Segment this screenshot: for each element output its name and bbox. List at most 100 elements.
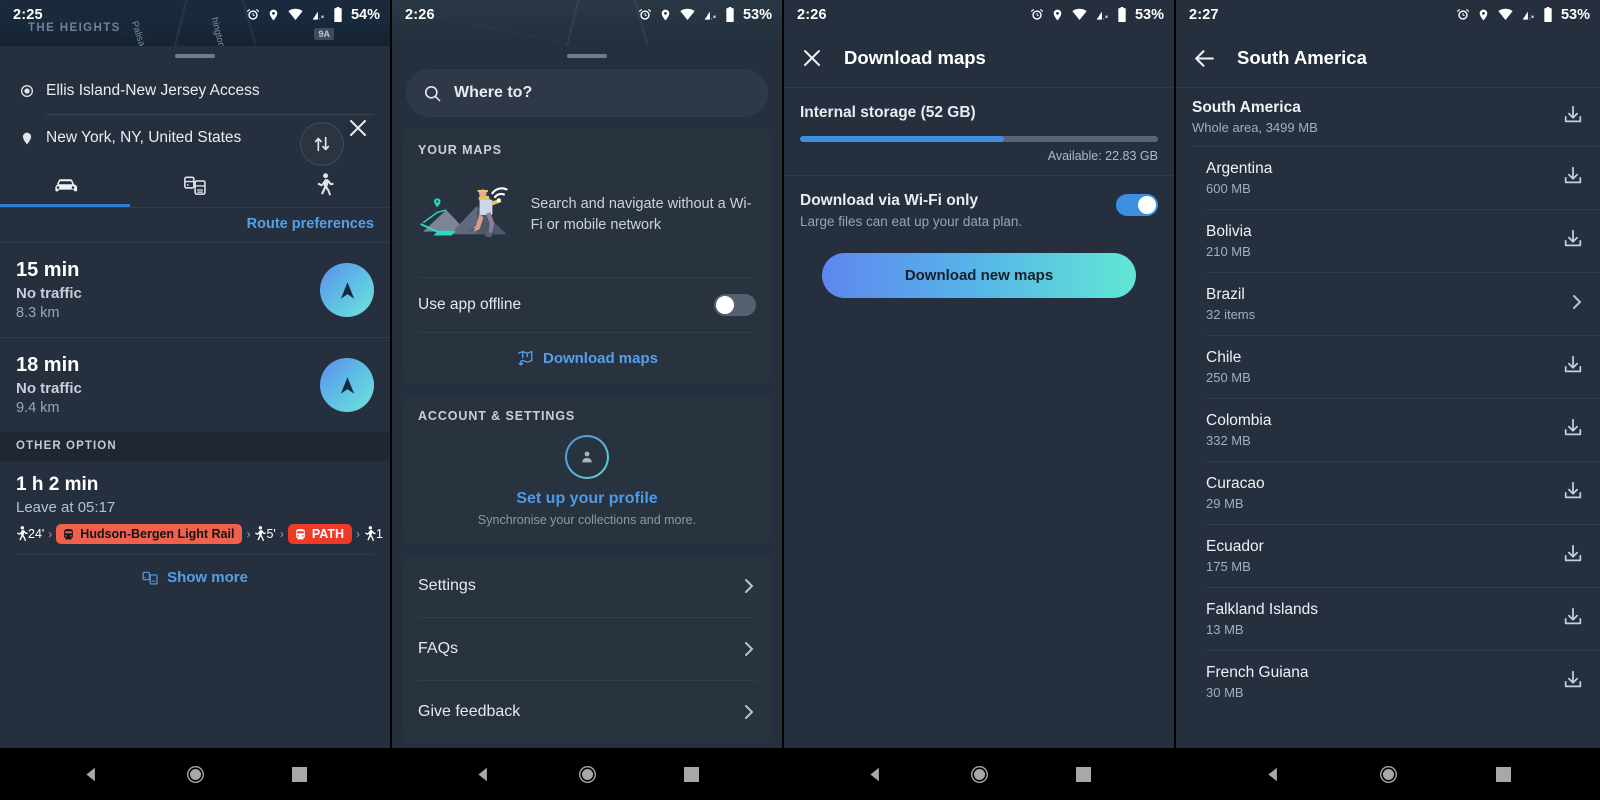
download-icon-button[interactable] — [1562, 480, 1584, 507]
region-row[interactable]: Argentina 600 MB — [1176, 147, 1600, 209]
home-circle-icon[interactable] — [578, 765, 597, 784]
home-circle-icon[interactable] — [1379, 765, 1398, 784]
start-navigation-button[interactable] — [320, 358, 374, 412]
chevron-right-icon-button[interactable] — [1570, 293, 1584, 316]
panel-region-list: 2:27 53% South America South America Whol… — [1176, 0, 1600, 800]
sheet-grabber[interactable] — [567, 54, 607, 58]
transit-option-row[interactable]: 1 h 2 min Leave at 05:17 24' › Hudson-Be… — [0, 461, 390, 554]
navigation-arrow-icon — [340, 281, 354, 299]
offline-promo: Search and navigate without a Wi-Fi or m… — [402, 161, 772, 277]
route-option-row[interactable]: 15 min No traffic 8.3 km — [0, 243, 390, 337]
download-icon-button[interactable] — [1562, 354, 1584, 381]
use-app-offline-toggle[interactable] — [714, 294, 756, 316]
settings-row[interactable]: Settings — [402, 555, 772, 617]
region-row[interactable]: Ecuador 175 MB — [1176, 525, 1600, 587]
region-name: Colombia — [1206, 412, 1272, 429]
wifi-only-toggle[interactable] — [1116, 194, 1158, 216]
region-info: Colombia 332 MB — [1206, 412, 1562, 448]
recents-square-icon[interactable] — [291, 766, 307, 782]
transit-map-icon — [142, 571, 158, 585]
route-option-row[interactable]: 18 min No traffic 9.4 km — [0, 338, 390, 432]
profile-setup[interactable]: Set up your profile Synchronise your col… — [402, 427, 772, 543]
download-icon-button[interactable] — [1562, 417, 1584, 444]
battery-percent: 54% — [350, 6, 380, 23]
route-preferences-button[interactable]: Route preferences — [0, 208, 390, 242]
transit-legs: 24' › Hudson-Bergen Light Rail › 5' › PA… — [16, 524, 383, 544]
download-icon-button[interactable] — [1562, 165, 1584, 192]
download-icon-button[interactable] — [1562, 104, 1584, 131]
route-info: 18 min No traffic 9.4 km — [16, 354, 320, 416]
download-new-maps-button[interactable]: Download new maps — [822, 253, 1136, 298]
transit-tab[interactable] — [130, 163, 260, 207]
region-row[interactable]: Curacao 29 MB — [1176, 462, 1600, 524]
toggle-knob — [716, 296, 734, 314]
android-nav-bar — [784, 748, 1174, 800]
region-name: Ecuador — [1206, 538, 1264, 555]
region-info: Curacao 29 MB — [1206, 475, 1562, 511]
use-app-offline-row[interactable]: Use app offline — [402, 278, 772, 332]
wifi-only-title: Download via Wi-Fi only — [800, 192, 979, 209]
close-route-button[interactable] — [336, 106, 380, 150]
back-triangle-icon[interactable] — [475, 766, 492, 783]
walk-leg: 1 — [364, 526, 383, 542]
region-row[interactable]: Brazil 32 items — [1176, 273, 1600, 335]
back-triangle-icon[interactable] — [1265, 766, 1282, 783]
home-circle-icon[interactable] — [186, 765, 205, 784]
walk-icon — [317, 173, 334, 196]
avatar — [565, 435, 609, 479]
back-triangle-icon[interactable] — [83, 766, 100, 783]
download-icon-button[interactable] — [1562, 543, 1584, 570]
recents-square-icon[interactable] — [1496, 766, 1512, 782]
recents-square-icon[interactable] — [1075, 766, 1091, 782]
arrow-back-icon[interactable] — [1192, 46, 1217, 71]
alarm-icon — [246, 8, 260, 20]
car-tab[interactable] — [0, 163, 130, 207]
download-icon-button[interactable] — [1562, 669, 1584, 696]
origin-row[interactable]: Ellis Island-New Jersey Access — [0, 72, 390, 110]
recents-square-icon[interactable] — [683, 766, 699, 782]
home-circle-icon[interactable] — [970, 765, 989, 784]
region-size: 32 items — [1206, 307, 1256, 322]
download-icon — [1564, 229, 1582, 246]
region-row[interactable]: Chile 250 MB — [1176, 336, 1600, 398]
route-distance: 8.3 km — [16, 305, 60, 321]
route-traffic: No traffic — [16, 380, 82, 397]
walk-tab[interactable] — [260, 163, 390, 207]
navigation-arrow-icon — [340, 376, 354, 394]
region-row[interactable]: Falkland Islands 13 MB — [1176, 588, 1600, 650]
hiker-mountains-wifi-illustration — [420, 187, 508, 238]
active-tab-indicator — [0, 204, 130, 207]
show-more-button[interactable]: Show more — [0, 555, 390, 602]
search-input[interactable]: Where to? — [406, 69, 768, 117]
search-placeholder: Where to? — [454, 84, 533, 101]
storage-bar — [800, 136, 1158, 142]
region-row[interactable]: South America Whole area, 3499 MB — [1176, 88, 1600, 146]
region-row[interactable]: Colombia 332 MB — [1176, 399, 1600, 461]
region-size: 210 MB — [1206, 244, 1251, 259]
region-name: Chile — [1206, 349, 1242, 366]
wifi-only-row[interactable]: Download via Wi-Fi only Large files can … — [784, 176, 1174, 229]
account-settings-card: ACCOUNT & SETTINGS Set up your profile S… — [402, 395, 772, 543]
map-route-chip: 9A — [314, 28, 334, 40]
status-icons: 54% — [246, 7, 380, 23]
walk-leg: 5' — [254, 526, 276, 542]
region-row[interactable]: French Guiana 30 MB — [1176, 651, 1600, 713]
faqs-row[interactable]: FAQs — [402, 618, 772, 680]
show-more-label: Show more — [167, 569, 248, 586]
region-row[interactable]: Bolivia 210 MB — [1176, 210, 1600, 272]
status-icons: 53% — [638, 7, 772, 23]
give-feedback-row[interactable]: Give feedback — [402, 681, 772, 743]
close-icon[interactable] — [800, 46, 824, 70]
region-size: 332 MB — [1206, 433, 1251, 448]
person-icon — [582, 451, 592, 463]
region-name: Argentina — [1206, 160, 1273, 177]
transit-line-label: PATH — [311, 527, 344, 541]
download-icon-button[interactable] — [1562, 228, 1584, 255]
download-maps-link[interactable]: Download maps — [402, 333, 772, 383]
back-triangle-icon[interactable] — [867, 766, 884, 783]
region-name: French Guiana — [1206, 664, 1309, 681]
download-icon-button[interactable] — [1562, 606, 1584, 633]
start-navigation-button[interactable] — [320, 263, 374, 317]
cell-signal-off-icon — [1096, 11, 1108, 20]
chevron-right-icon — [1573, 294, 1582, 309]
